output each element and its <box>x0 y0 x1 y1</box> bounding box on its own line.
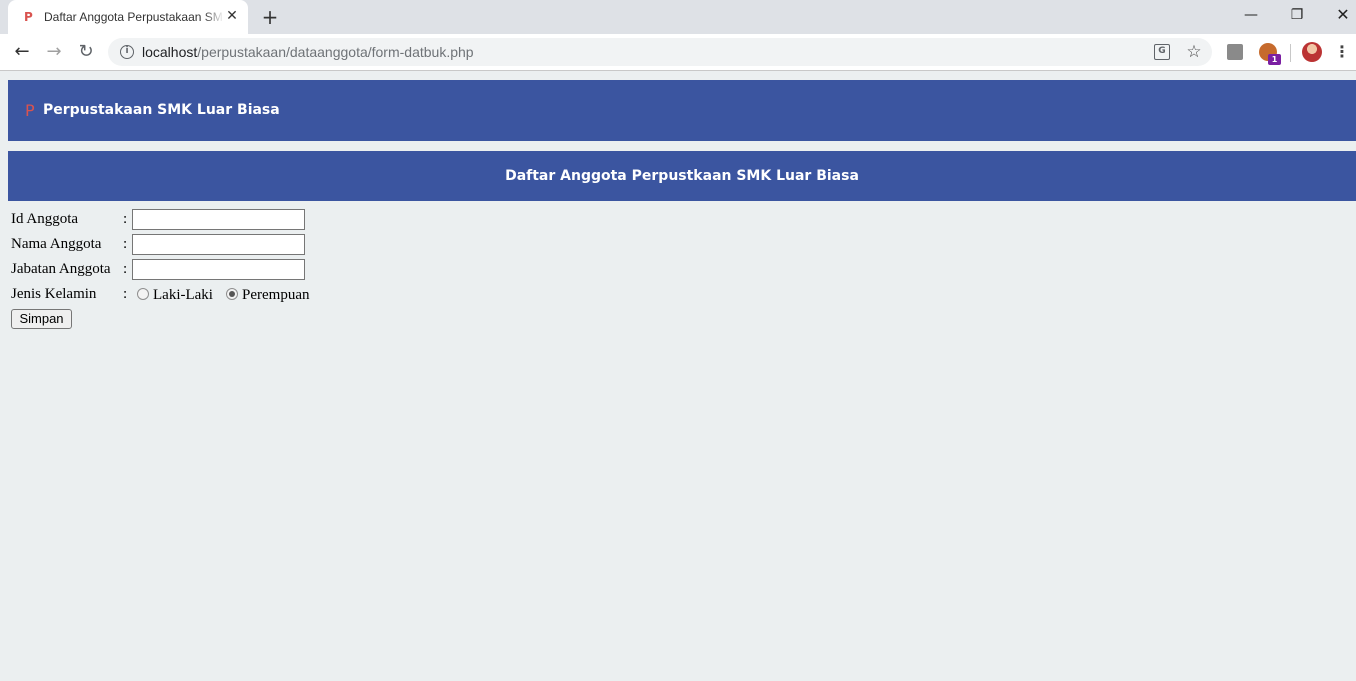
profile-avatar[interactable] <box>1302 42 1322 62</box>
tab-title: Daftar Anggota Perpustakaan SMK Luar Bia… <box>44 10 222 24</box>
bookmark-star-icon[interactable]: ☆ <box>1184 42 1204 62</box>
tab-strip: P Daftar Anggota Perpustakaan SMK Luar B… <box>0 0 1356 34</box>
close-tab-icon[interactable]: ✕ <box>224 8 240 24</box>
field-colon: : <box>123 286 128 302</box>
jabatan-anggota-label: Jabatan Anggota <box>11 261 111 277</box>
site-favicon-icon: P <box>24 10 33 24</box>
gender-radio-laki-laki[interactable] <box>137 288 149 300</box>
site-info-icon[interactable]: i <box>120 45 134 59</box>
browser-menu-icon[interactable]: ⋮ <box>1334 40 1350 64</box>
jabatan-anggota-input[interactable] <box>132 259 305 280</box>
field-colon: : <box>123 236 128 252</box>
toolbar-divider <box>1290 44 1291 62</box>
nama-anggota-input[interactable] <box>132 234 305 255</box>
jenis-kelamin-label: Jenis Kelamin <box>11 286 97 302</box>
id-anggota-label: Id Anggota <box>11 211 79 227</box>
close-window-button[interactable]: ✕ <box>1328 4 1356 26</box>
id-anggota-input[interactable] <box>132 209 305 230</box>
simpan-button[interactable]: Simpan <box>11 309 72 329</box>
browser-toolbar: ← → ↻ i localhost/perpustakaan/dataanggo… <box>0 34 1356 70</box>
gender-option-laki-laki-label: Laki-Laki <box>153 287 213 303</box>
extension-icon[interactable] <box>1227 44 1243 60</box>
url-text[interactable]: localhost/perpustakaan/dataanggota/form-… <box>142 44 474 60</box>
nama-anggota-label: Nama Anggota <box>11 236 102 252</box>
form-row-id: Id Anggota : <box>11 208 411 230</box>
back-button[interactable]: ← <box>10 40 34 64</box>
translate-icon[interactable]: G <box>1154 44 1170 60</box>
browser-tab[interactable]: P Daftar Anggota Perpustakaan SMK Luar B… <box>8 0 248 34</box>
form-row-gender: Jenis Kelamin : Laki-Laki Perempuan <box>11 283 411 305</box>
site-title: Perpustakaan SMK Luar Biasa <box>43 102 280 118</box>
gender-option-perempuan-label: Perempuan <box>242 287 310 303</box>
gender-radio-perempuan[interactable] <box>226 288 238 300</box>
tab-title-fade <box>204 6 224 28</box>
url-path: /perpustakaan/dataanggota/form-datbuk.ph… <box>197 44 474 60</box>
forward-button[interactable]: → <box>42 40 66 64</box>
restore-window-button[interactable]: ❐ <box>1282 4 1312 26</box>
page-title: Daftar Anggota Perpustkaan SMK Luar Bias… <box>8 151 1356 201</box>
reload-button[interactable]: ↻ <box>74 40 98 64</box>
new-tab-button[interactable]: + <box>260 6 280 28</box>
extension-badge: 1 <box>1268 54 1281 65</box>
toolbar-divider <box>0 70 1356 71</box>
url-host: localhost <box>142 44 198 60</box>
form-row-jabatan: Jabatan Anggota : <box>11 258 411 280</box>
site-header: P Perpustakaan SMK Luar Biasa <box>8 80 1356 141</box>
field-colon: : <box>123 211 128 227</box>
site-logo-icon: P <box>25 101 35 120</box>
minimize-window-button[interactable]: — <box>1236 4 1266 26</box>
field-colon: : <box>123 261 128 277</box>
address-bar[interactable]: i localhost/perpustakaan/dataanggota/for… <box>108 38 1212 66</box>
form-row-name: Nama Anggota : <box>11 233 411 255</box>
